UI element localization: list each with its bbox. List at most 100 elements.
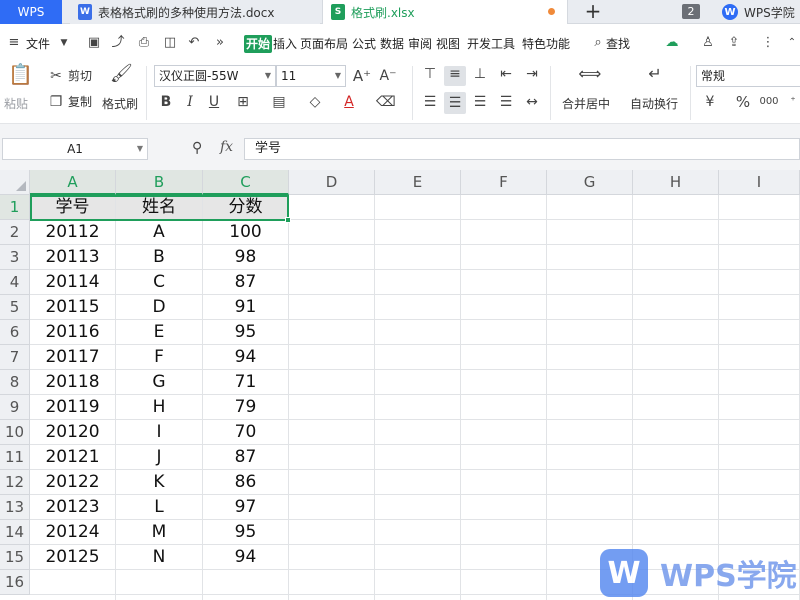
- table-cell[interactable]: 79: [203, 395, 288, 420]
- fill-handle[interactable]: [285, 217, 291, 223]
- increase-font-size-icon[interactable]: A⁺: [352, 68, 372, 84]
- table-cell[interactable]: 95: [203, 520, 288, 545]
- select-all-corner[interactable]: [0, 170, 30, 195]
- table-cell[interactable]: 20119: [30, 395, 115, 420]
- fill-color-icon[interactable]: ◇: [306, 94, 324, 110]
- table-cell[interactable]: G: [116, 370, 202, 395]
- copy-button[interactable]: 复制: [68, 94, 92, 110]
- tab-developer[interactable]: 开发工具: [467, 35, 515, 53]
- table-cell[interactable]: 71: [203, 370, 288, 395]
- number-format-dropdown[interactable]: 常规: [696, 65, 800, 87]
- table-cell[interactable]: F: [116, 345, 202, 370]
- table-cell[interactable]: 20125: [30, 545, 115, 570]
- more-quick-access-icon[interactable]: »: [212, 35, 228, 51]
- save-icon[interactable]: ▣: [86, 35, 102, 51]
- copy-icon[interactable]: ❐: [48, 94, 64, 110]
- row-header-16[interactable]: 16: [0, 570, 30, 595]
- undo-icon[interactable]: ↶: [186, 35, 202, 51]
- row-header-10[interactable]: 10: [0, 420, 30, 445]
- font-size-dropdown[interactable]: 11 ▼: [276, 65, 346, 87]
- table-cell[interactable]: 20112: [30, 220, 115, 245]
- justify-icon[interactable]: ☰: [496, 94, 516, 110]
- table-cell[interactable]: 87: [203, 270, 288, 295]
- align-left-icon[interactable]: ☰: [420, 94, 440, 110]
- tab-special-features[interactable]: 特色功能: [522, 35, 570, 53]
- row-header-9[interactable]: 9: [0, 395, 30, 420]
- underline-button[interactable]: U: [206, 94, 222, 110]
- thousands-separator-button[interactable]: 000: [758, 94, 780, 110]
- table-cell[interactable]: H: [116, 395, 202, 420]
- row-header-2[interactable]: 2: [0, 220, 30, 245]
- row-header-3[interactable]: 3: [0, 245, 30, 270]
- window-count-badge[interactable]: 2: [682, 4, 700, 19]
- table-cell[interactable]: 20116: [30, 320, 115, 345]
- table-cell[interactable]: 20122: [30, 470, 115, 495]
- table-cell[interactable]: 20118: [30, 370, 115, 395]
- table-cell[interactable]: 91: [203, 295, 288, 320]
- italic-button[interactable]: I: [182, 94, 198, 110]
- table-cell[interactable]: K: [116, 470, 202, 495]
- format-painter-button[interactable]: 格式刷: [102, 96, 138, 112]
- column-header-a[interactable]: A: [30, 170, 116, 195]
- column-header-b[interactable]: B: [116, 170, 203, 195]
- tab-view[interactable]: 视图: [436, 35, 460, 53]
- font-name-dropdown[interactable]: 汉仪正圆-55W ▼: [154, 65, 276, 87]
- row-header-6[interactable]: 6: [0, 320, 30, 345]
- tab-insert[interactable]: 插入: [273, 35, 297, 53]
- decimal-places-icon[interactable]: ⁺: [786, 94, 800, 110]
- table-cell[interactable]: M: [116, 520, 202, 545]
- tab-formula[interactable]: 公式: [352, 35, 376, 53]
- row-header-11[interactable]: 11: [0, 445, 30, 470]
- row-header-14[interactable]: 14: [0, 520, 30, 545]
- row-header-15[interactable]: 15: [0, 545, 30, 570]
- table-cell[interactable]: J: [116, 445, 202, 470]
- table-cell[interactable]: A: [116, 220, 202, 245]
- row-header-13[interactable]: 13: [0, 495, 30, 520]
- row-header-7[interactable]: 7: [0, 345, 30, 370]
- decrease-font-size-icon[interactable]: A⁻: [378, 68, 398, 84]
- column-header-c[interactable]: C: [203, 170, 289, 195]
- table-cell[interactable]: N: [116, 545, 202, 570]
- table-cell[interactable]: 20114: [30, 270, 115, 295]
- cell-style-icon[interactable]: ▤: [270, 94, 288, 110]
- row-header-5[interactable]: 5: [0, 295, 30, 320]
- table-cell[interactable]: 98: [203, 245, 288, 270]
- table-cell[interactable]: 95: [203, 320, 288, 345]
- merge-center-button[interactable]: 合并居中: [562, 96, 610, 112]
- name-box[interactable]: A1 ▼: [2, 138, 148, 160]
- tab-page-layout[interactable]: 页面布局: [300, 35, 348, 53]
- table-cell[interactable]: 20123: [30, 495, 115, 520]
- formula-input[interactable]: 学号: [244, 138, 800, 160]
- font-color-button[interactable]: A: [340, 94, 358, 110]
- cut-button[interactable]: 剪切: [68, 68, 92, 84]
- print-preview-icon[interactable]: ◫: [162, 35, 178, 51]
- table-cell[interactable]: L: [116, 495, 202, 520]
- column-header-d[interactable]: D: [289, 170, 375, 195]
- clear-format-icon[interactable]: ⌫: [376, 94, 396, 110]
- table-cell[interactable]: 20113: [30, 245, 115, 270]
- spreadsheet-grid[interactable]: A B C D E F G H I 1 2 3 4 5 6 7 8 9 10 11 12 13 14 15 16 学号 姓名 分数 20…: [0, 170, 800, 600]
- table-cell[interactable]: 20124: [30, 520, 115, 545]
- column-header-e[interactable]: E: [375, 170, 461, 195]
- table-cell[interactable]: 100: [203, 220, 288, 245]
- cloud-sync-icon[interactable]: ☁: [664, 35, 680, 51]
- table-cell[interactable]: C: [116, 270, 202, 295]
- export-icon[interactable]: ⤴: [110, 35, 126, 51]
- paste-icon[interactable]: 📋: [8, 64, 33, 90]
- column-header-i[interactable]: I: [719, 170, 800, 195]
- wrap-text-icon[interactable]: ↵: [643, 66, 667, 82]
- row-header-12[interactable]: 12: [0, 470, 30, 495]
- table-cell[interactable]: 20117: [30, 345, 115, 370]
- chevron-down-icon[interactable]: ▼: [56, 35, 72, 51]
- table-cell[interactable]: I: [116, 420, 202, 445]
- decrease-indent-icon[interactable]: ⇤: [496, 66, 516, 82]
- table-cell[interactable]: 87: [203, 445, 288, 470]
- tab-docx[interactable]: W 表格格式刷的多种使用方法.docx: [70, 0, 320, 24]
- wrap-text-button[interactable]: 自动换行: [630, 96, 678, 112]
- column-header-g[interactable]: G: [547, 170, 633, 195]
- new-tab-button[interactable]: +: [582, 1, 604, 23]
- table-cell[interactable]: 20121: [30, 445, 115, 470]
- row-header-1[interactable]: 1: [0, 195, 30, 220]
- merge-center-icon[interactable]: ⟺: [578, 66, 602, 82]
- table-cell[interactable]: 70: [203, 420, 288, 445]
